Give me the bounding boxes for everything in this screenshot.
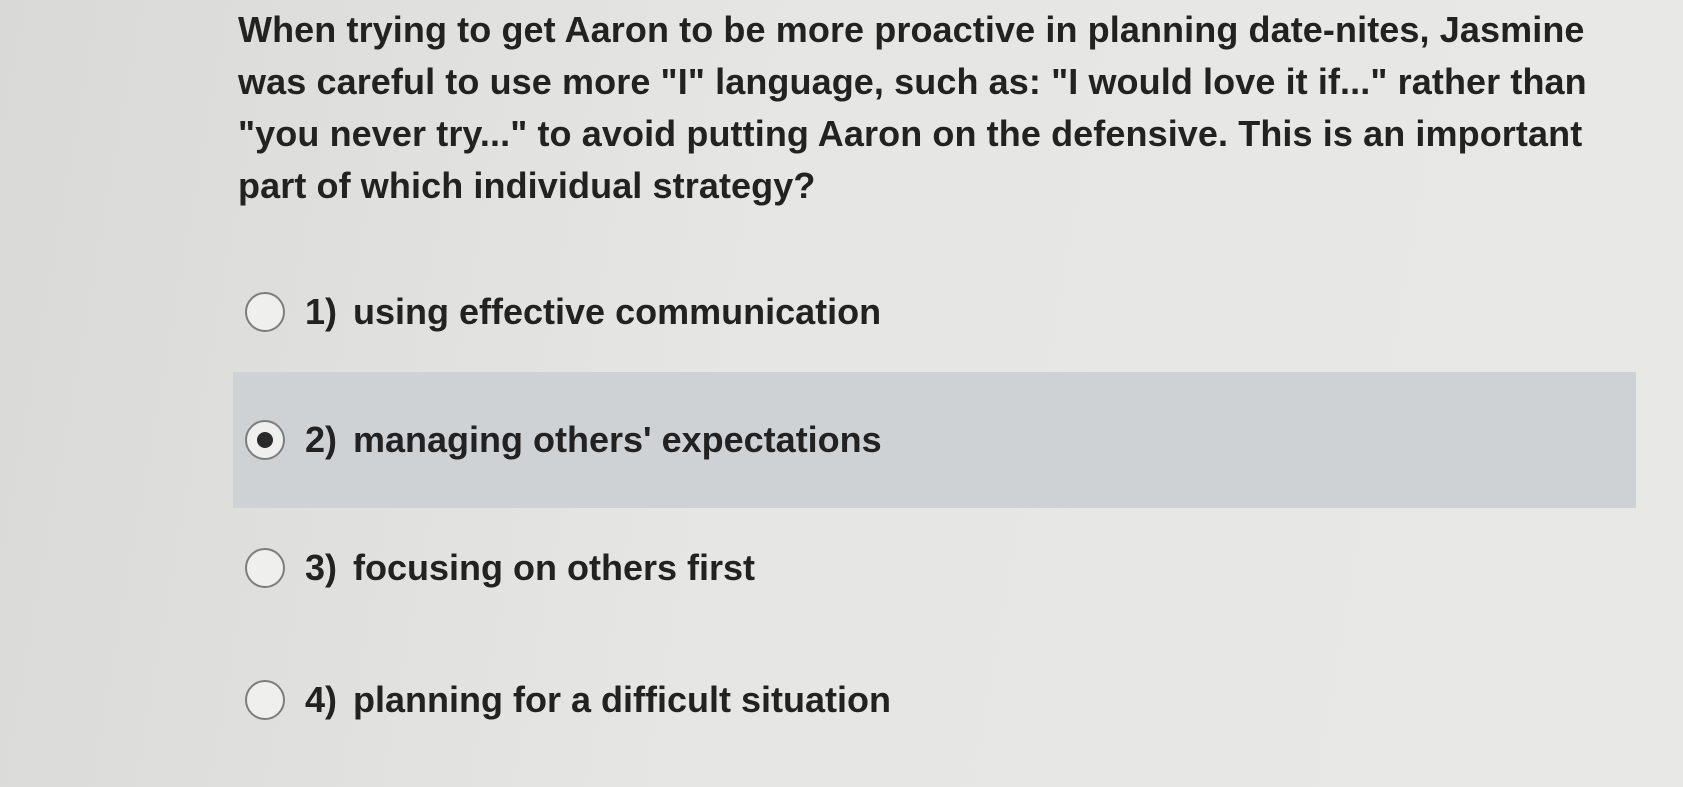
- radio-button-1[interactable]: [245, 292, 285, 332]
- answer-option-2[interactable]: 2) managing others' expectations: [233, 372, 1636, 508]
- option-label: managing others' expectations: [353, 419, 882, 460]
- radio-button-3[interactable]: [245, 548, 285, 588]
- option-number: 3): [305, 547, 338, 588]
- option-label: focusing on others first: [353, 547, 756, 588]
- radio-button-2[interactable]: [245, 420, 285, 460]
- option-label: planning for a difficult situation: [353, 679, 891, 720]
- radio-selected-dot: [257, 432, 273, 448]
- answer-option-1[interactable]: 1) using effective communication: [233, 244, 1636, 380]
- quiz-page: When trying to get Aaron to be more proa…: [0, 0, 1683, 787]
- answer-option-4[interactable]: 4) planning for a difficult situation: [233, 632, 1636, 768]
- radio-button-4[interactable]: [245, 680, 285, 720]
- question-text: When trying to get Aaron to be more proa…: [238, 9, 1587, 206]
- answer-option-3[interactable]: 3) focusing on others first: [233, 500, 1636, 636]
- option-label: using effective communication: [353, 291, 882, 332]
- option-number: 1): [305, 291, 338, 332]
- option-number: 4): [305, 679, 338, 720]
- option-number: 2): [305, 419, 338, 460]
